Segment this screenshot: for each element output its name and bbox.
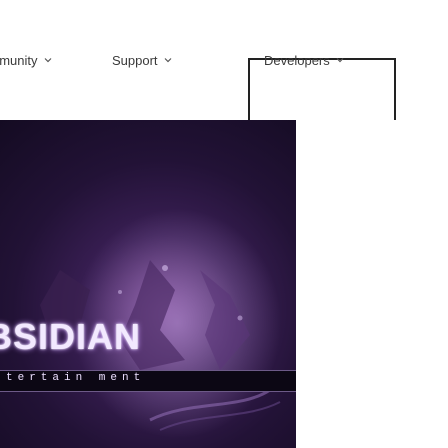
nav-item-label: nmunity xyxy=(0,52,38,68)
chevron-down-icon xyxy=(335,55,345,65)
banner-artwork xyxy=(0,120,296,448)
nav-item-community[interactable]: nmunity xyxy=(0,0,53,120)
chevron-down-icon xyxy=(163,55,173,65)
game-banner-image[interactable]: BSIDIAN tertain ment xyxy=(0,120,296,448)
top-nav: nmunity Support Developers xyxy=(0,0,448,122)
chevron-down-icon xyxy=(43,55,53,65)
game-logo-title: BSIDIAN xyxy=(0,316,142,357)
hero-section: BSIDIAN tertain ment xyxy=(0,120,448,448)
nav-item-developers[interactable]: Developers xyxy=(264,0,345,120)
game-logo-tagline: tertain ment xyxy=(6,372,146,384)
nav-item-support[interactable]: Support xyxy=(112,0,173,120)
nav-item-label: Support xyxy=(112,52,158,68)
nav-item-label: Developers xyxy=(264,52,330,68)
